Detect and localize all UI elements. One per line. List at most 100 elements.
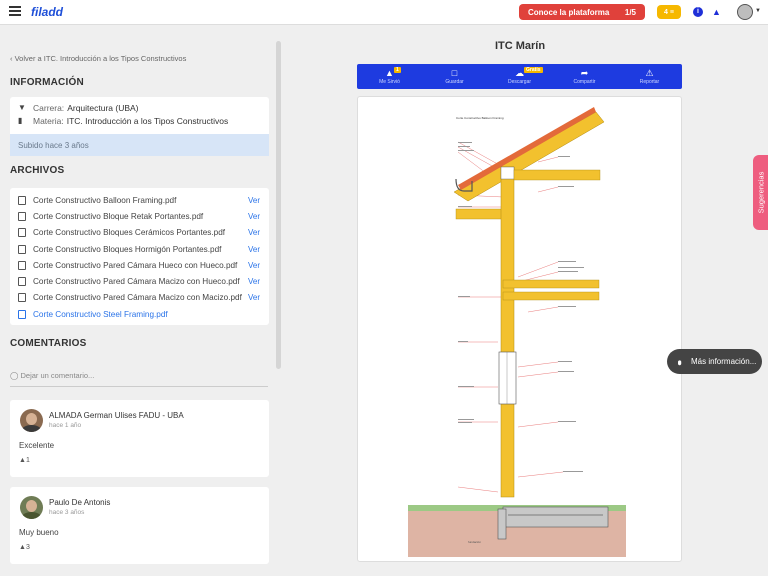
file-name: Corte Constructivo Pared Cámara Hueco co… (33, 260, 238, 270)
thumbs-up-icon: ▲ (19, 544, 26, 551)
view-button[interactable]: Ver (248, 245, 260, 254)
info-section-title: INFORMACIÓN (10, 77, 84, 88)
pdf-file-icon (18, 244, 26, 254)
comment-card: Paulo De Antonis hace 3 años Muy bueno ▲… (10, 487, 269, 564)
thumbs-up-icon: ▲ (385, 68, 394, 78)
foundation-slab (502, 506, 609, 528)
book-icon: ▮ (18, 116, 23, 125)
pdf-file-icon (18, 277, 26, 287)
pdf-file-icon (18, 293, 26, 303)
file-item[interactable]: Corte Constructivo Bloques Cerámicos Por… (10, 225, 269, 241)
comment-time: hace 1 año (49, 422, 82, 429)
avatar[interactable] (20, 409, 43, 432)
sidebar-scrollbar[interactable] (276, 41, 281, 369)
share-action-button[interactable]: ➦ Compartir (552, 64, 617, 89)
logo[interactable]: filadd (31, 5, 63, 19)
career-row: ▼ Carrera: Arquitectura (UBA) (10, 101, 269, 114)
view-button[interactable]: Ver (248, 261, 260, 270)
drawing-caption: Corte Constructivo Balloon Framing (456, 116, 504, 120)
report-action-button[interactable]: ⚠ Reportar (617, 64, 682, 89)
download-cloud-icon: ☁ (515, 68, 524, 78)
document-preview[interactable]: Corte Constructivo Balloon Framing funda… (357, 96, 682, 562)
like-action-button[interactable]: ▲ 1 Me Sirvió (357, 64, 422, 89)
suggestions-label: Sugerencias (756, 171, 766, 214)
pdf-file-icon (18, 195, 26, 205)
career-label: Carrera: (33, 102, 65, 113)
wall-stud (500, 166, 515, 498)
file-name: Corte Constructivo Steel Framing.pdf (33, 309, 168, 319)
pdf-file-icon (18, 260, 26, 270)
action-label: Me Sirvió (379, 79, 400, 85)
files-section-title: ARCHIVOS (10, 165, 65, 176)
file-name: Corte Constructivo Bloque Retak Portante… (33, 211, 204, 221)
construction-drawing: Corte Constructivo Balloon Framing funda… (408, 107, 626, 557)
floor-joist (502, 291, 600, 301)
file-item[interactable]: Corte Constructivo Balloon Framing.pdf Ve… (10, 192, 269, 208)
eave-beam (455, 208, 509, 220)
more-info-button[interactable]: ••• Más información... (667, 349, 762, 374)
file-name: Corte Constructivo Balloon Framing.pdf (33, 195, 177, 205)
like-button[interactable]: ▲1 (19, 457, 30, 464)
files-list: Corte Constructivo Balloon Framing.pdf Ve… (10, 188, 269, 325)
coins-badge[interactable]: 4 ≡ (657, 5, 681, 19)
view-button[interactable]: Ver (248, 293, 260, 302)
bell-icon[interactable]: ▲ (712, 7, 721, 17)
promo-label: Conoce la plataforma (528, 7, 610, 17)
pdf-file-icon (18, 228, 26, 238)
like-count-badge: 1 (394, 67, 401, 73)
comment-author[interactable]: Paulo De Antonis (49, 498, 110, 507)
floor-joist (502, 279, 600, 289)
subject-value: ITC. Introducción a los Tipos Constructi… (66, 115, 229, 126)
career-value: Arquitectura (UBA) (67, 102, 139, 113)
graduation-cap-icon: ▼ (18, 103, 26, 112)
sidebar: ‹ Volver a ITC. Introducción a los Tipos… (0, 25, 276, 576)
comment-time: hace 3 años (49, 509, 85, 516)
file-name: Corte Constructivo Bloques Cerámicos Por… (33, 228, 226, 238)
window-frame (498, 351, 517, 405)
view-button[interactable]: Ver (248, 212, 260, 221)
roof-panel (453, 111, 605, 202)
file-item[interactable]: Corte Constructivo Pared Cámara Macizo c… (10, 290, 269, 306)
back-link[interactable]: ‹ Volver a ITC. Introducción a los Tipos… (10, 54, 186, 63)
file-item[interactable]: Corte Constructivo Pared Cámara Hueco co… (10, 257, 269, 273)
file-item[interactable]: Corte Constructivo Pared Cámara Macizo c… (10, 273, 269, 289)
avatar[interactable] (20, 496, 43, 519)
like-count: 3 (25, 544, 30, 551)
suggestions-tab[interactable]: Sugerencias (753, 155, 768, 230)
comments-section-title: COMENTARIOS (10, 338, 87, 349)
back-link-label: Volver a ITC. Introducción a los Tipos C… (14, 54, 187, 63)
pdf-file-icon (18, 211, 26, 221)
comment-input[interactable]: ◯ Dejar un comentario... (10, 369, 268, 387)
subject-row: ▮ Materia: ITC. Introducción a los Tipos… (10, 114, 269, 127)
more-vertical-icon: ••• (673, 360, 685, 363)
file-item[interactable]: Corte Constructivo Bloque Retak Portante… (10, 208, 269, 224)
ceiling-joist (513, 169, 601, 181)
chevron-down-icon[interactable]: ▼ (755, 8, 761, 14)
file-name: Corte Constructivo Pared Cámara Macizo c… (33, 293, 242, 303)
like-button[interactable]: ▲3 (19, 544, 30, 551)
free-badge: Gratis (524, 67, 543, 73)
user-avatar[interactable] (737, 4, 753, 20)
hamburger-icon[interactable] (9, 6, 21, 18)
view-button[interactable]: Ver (248, 196, 260, 205)
view-button[interactable]: Ver (248, 277, 260, 286)
foundation-beam (497, 508, 507, 540)
download-action-button[interactable]: ☁ Gratis Descargar (487, 64, 552, 89)
promo-button[interactable]: Conoce la plataforma 1/5 (519, 4, 645, 20)
comment-card: ALMADA German Ulises FADU - UBA hace 1 a… (10, 400, 269, 477)
view-button[interactable]: Ver (248, 228, 260, 237)
warning-icon: ⚠ (645, 68, 654, 78)
file-item-active[interactable]: Corte Constructivo Steel Framing.pdf (10, 306, 269, 322)
action-bar: ▲ 1 Me Sirvió □ Guardar ☁ Gratis Descarg… (357, 64, 682, 89)
comment-icon: ◯ (10, 371, 19, 380)
comment-text: Muy bueno (19, 528, 59, 537)
file-item[interactable]: Corte Constructivo Bloques Hormigón Port… (10, 241, 269, 257)
file-name: Corte Constructivo Pared Cámara Macizo c… (33, 277, 240, 287)
coins-count: 4 (664, 8, 668, 16)
info-icon[interactable]: i (693, 7, 703, 17)
promo-progress: 1/5 (624, 7, 636, 17)
save-action-button[interactable]: □ Guardar (422, 64, 487, 89)
info-card: ▼ Carrera: Arquitectura (UBA) ▮ Materia:… (10, 97, 269, 156)
top-plate (500, 166, 515, 180)
comment-author[interactable]: ALMADA German Ulises FADU - UBA (49, 411, 184, 420)
